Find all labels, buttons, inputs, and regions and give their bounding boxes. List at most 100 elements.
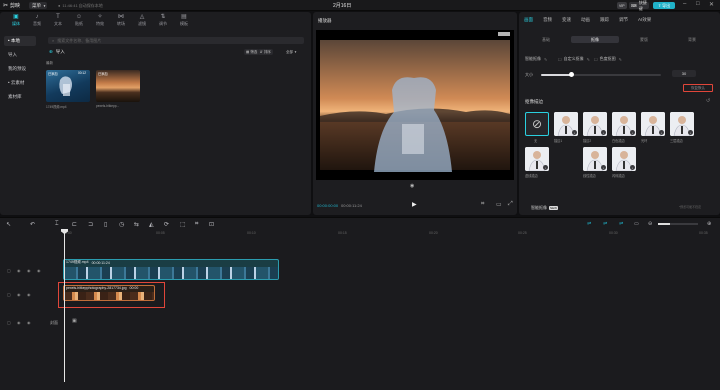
media-item-photo[interactable]: 已添加	[96, 70, 140, 102]
tab-transition[interactable]: ⋈ 转场	[111, 14, 131, 30]
ratio-icon[interactable]: ▭	[496, 201, 502, 208]
effect-tile[interactable]: ↓	[554, 112, 578, 136]
shortcut-button[interactable]: ⌨ 快捷键	[629, 0, 649, 11]
tab-audio[interactable]: ♪ 音频	[27, 14, 47, 30]
media-item-video[interactable]: 已添加 00:12	[46, 70, 90, 102]
select-tool-icon[interactable]: ↖	[6, 221, 11, 228]
option-smart-cutout[interactable]: 智能抠像 ✎	[525, 56, 547, 62]
subtab-background[interactable]: 背景	[668, 36, 716, 43]
size-value-field[interactable]: 30	[672, 70, 696, 77]
track-lock-icon[interactable]: ▢	[7, 268, 11, 273]
smart-cutout-toggle[interactable]: 智能抠像 NEW	[531, 205, 558, 211]
subtab-basic[interactable]: 基础	[522, 36, 570, 43]
effect-none-tile[interactable]: ⊘	[525, 112, 549, 136]
tab-speed[interactable]: 变速	[562, 17, 571, 23]
freeze-icon[interactable]: ◷	[119, 221, 124, 228]
track-visibility-icon[interactable]: ◉	[17, 268, 21, 273]
menu-button[interactable]: 菜单 ▼	[29, 2, 47, 9]
crop-icon[interactable]: ⌗	[195, 221, 198, 228]
export-button[interactable]: ⇪ 导出	[653, 2, 675, 9]
rotate-icon[interactable]: ⟳	[164, 221, 169, 228]
sidebar-item-presets[interactable]: 我的预设	[4, 64, 36, 74]
download-icon[interactable]: ↓	[688, 130, 693, 135]
zoom-slider[interactable]	[658, 223, 698, 225]
track-mute-icon[interactable]: ◉	[27, 292, 31, 297]
download-icon[interactable]: ↓	[543, 165, 548, 170]
playhead[interactable]	[64, 232, 65, 382]
fullscreen-icon[interactable]: ⤢	[508, 201, 513, 208]
reset-button[interactable]: 恢复默认	[683, 84, 713, 92]
undo-icon[interactable]: ↶	[30, 221, 35, 228]
track-visibility-icon[interactable]: ◉	[17, 292, 21, 297]
effect-tile[interactable]: ↓	[612, 147, 636, 171]
tab-adjust[interactable]: ⇅ 调节	[153, 14, 173, 30]
tab-adjust[interactable]: 调节	[619, 17, 628, 23]
import-button[interactable]: ⊕ 导入	[49, 48, 65, 56]
tab-template[interactable]: ▤ 模板	[174, 14, 194, 30]
effect-tile[interactable]: ↓	[583, 112, 607, 136]
reset-effect-icon[interactable]: ↺	[706, 98, 710, 104]
sidebar-item-local[interactable]: • 本地	[4, 36, 36, 46]
track-lock-icon[interactable]: ▢	[7, 292, 11, 297]
download-icon[interactable]: ↓	[572, 130, 577, 135]
size-slider[interactable]	[541, 74, 661, 76]
track-mute-icon[interactable]: ◉	[27, 268, 31, 273]
download-icon[interactable]: ↓	[630, 130, 635, 135]
reverse-icon[interactable]: ⇆	[134, 221, 139, 228]
video-clip[interactable]: 1749视频.mp4 00:00:11:24	[63, 259, 279, 280]
subtab-cutout[interactable]: 抠像	[571, 36, 619, 43]
track-audio-icon[interactable]: ◉	[37, 268, 41, 273]
magnet-icon[interactable]: ⇌	[603, 221, 607, 227]
zoom-fit-icon[interactable]: ⊕	[707, 221, 711, 227]
project-title[interactable]: 2月16日	[333, 2, 351, 9]
tab-tracking[interactable]: 跟踪	[600, 17, 609, 23]
camera-icon[interactable]: ◉	[410, 183, 414, 189]
play-icon[interactable]: ▶	[412, 201, 417, 208]
sidebar-item-import[interactable]: 导入	[4, 50, 36, 60]
link-icon[interactable]: ⇌	[587, 221, 591, 227]
effect-tile[interactable]: ↓	[641, 112, 665, 136]
download-icon[interactable]: ↓	[630, 165, 635, 170]
tab-picture[interactable]: 画面	[524, 17, 533, 23]
split-right-icon[interactable]: ⊐	[88, 221, 93, 228]
effect-tile[interactable]: ↓	[583, 147, 607, 171]
effect-tile[interactable]: ↓	[612, 112, 636, 136]
smart-crop-icon[interactable]: ⊡	[209, 221, 214, 228]
sort-button[interactable]: ⇵ 排序	[258, 49, 273, 55]
crop-icon[interactable]: ⌗	[481, 201, 484, 208]
media-search-input[interactable]: ⌕ 搜索文件名称、备用图片	[48, 37, 304, 44]
tab-ai-effects[interactable]: AI效果	[638, 17, 651, 23]
tab-text[interactable]: T 文本	[48, 14, 68, 30]
option-custom-cutout[interactable]: ☐ 自定义抠像 ✎	[558, 56, 590, 62]
sidebar-item-cloud[interactable]: • 云素材	[4, 78, 36, 88]
effect-tile[interactable]: ↓	[525, 147, 549, 171]
track-mute-icon[interactable]: ◉	[27, 320, 31, 325]
tab-animation[interactable]: 动画	[581, 17, 590, 23]
mirror-icon[interactable]: ◭	[149, 221, 154, 228]
download-icon[interactable]: ↓	[601, 130, 606, 135]
caption-icon[interactable]: ▭	[634, 221, 639, 227]
tab-filter[interactable]: ◬ 滤镜	[132, 14, 152, 30]
download-icon[interactable]: ↓	[601, 165, 606, 170]
all-filter-dropdown[interactable]: 全部 ▼	[286, 49, 297, 55]
effect-tile[interactable]: ↓	[670, 112, 694, 136]
download-icon[interactable]: ↓	[659, 130, 664, 135]
transform-icon[interactable]: ⬚	[180, 221, 186, 228]
track-lock-icon[interactable]: ▢	[7, 320, 11, 325]
sidebar-item-library[interactable]: 素材库	[4, 92, 36, 102]
preview-axis-icon[interactable]: ⇌	[619, 221, 623, 227]
track-visibility-icon[interactable]: ◉	[17, 320, 21, 325]
tab-media[interactable]: ▣ 媒体	[6, 14, 26, 30]
tab-audio[interactable]: 音频	[543, 17, 552, 23]
option-chroma-key[interactable]: ☐ 色度抠图 ✎	[594, 56, 622, 62]
delete-icon[interactable]: ▯	[104, 221, 107, 228]
subtab-mask[interactable]: 蒙版	[620, 36, 668, 43]
size-slider-knob[interactable]	[568, 72, 574, 77]
photo-clip[interactable]: pexels-hitkepphotography-2817734.jpg 00:…	[63, 285, 155, 301]
vip-badge[interactable]: VIP	[617, 2, 627, 9]
tab-effect[interactable]: ✧ 特效	[90, 14, 110, 30]
close-icon[interactable]: ✕	[709, 1, 714, 8]
split-icon[interactable]: ⌶	[55, 221, 59, 228]
zoom-out-icon[interactable]: ⊖	[648, 221, 652, 227]
minimize-icon[interactable]: –	[683, 1, 686, 7]
